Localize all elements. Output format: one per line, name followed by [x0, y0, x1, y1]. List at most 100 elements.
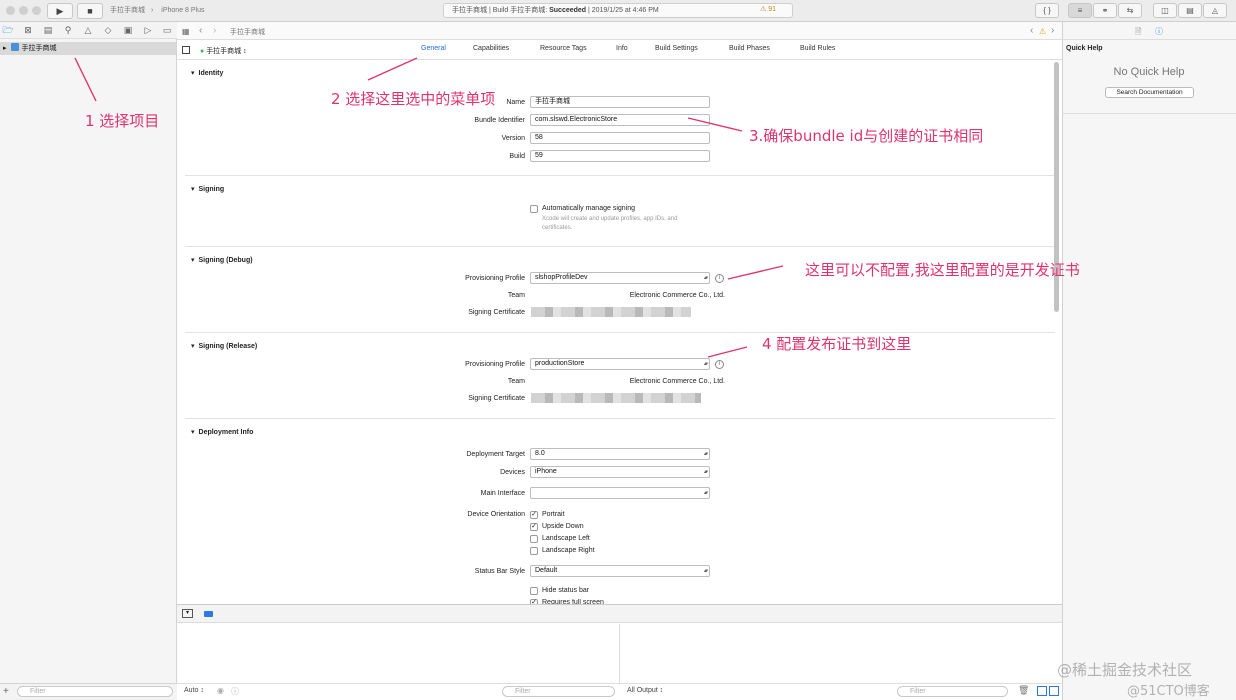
scheme-device[interactable]: iPhone 8 Plus — [161, 4, 204, 18]
run-button[interactable]: ▶ — [47, 3, 73, 19]
project-icon — [10, 43, 19, 51]
quick-help-icon[interactable]: ⓘ — [1155, 26, 1163, 37]
hide-debug-icon[interactable]: ▾ — [182, 609, 193, 618]
tab-general[interactable]: General — [421, 45, 446, 52]
search-documentation-button[interactable]: Search Documentation — [1105, 87, 1194, 98]
orientation-checkbox[interactable] — [530, 547, 538, 555]
sidebar-toggle-icon[interactable] — [182, 46, 190, 54]
variables-scope-select[interactable]: Auto ↕ — [184, 687, 204, 694]
right-panel-icon: ◬ — [1211, 6, 1219, 15]
signing-debug-header[interactable]: Signing (Debug) — [191, 256, 253, 264]
info-icon[interactable]: i — [715, 360, 724, 369]
deployment-target-select[interactable]: 8.0 — [530, 448, 710, 460]
split-right-icon[interactable] — [1049, 686, 1059, 696]
version-editor-button[interactable]: ⇆ — [1118, 3, 1142, 18]
tab-build-phases[interactable]: Build Phases — [729, 45, 770, 52]
release-cert-label: Signing Certificate — [468, 395, 525, 402]
folder-icon[interactable]: 🗁 — [2, 25, 14, 36]
tab-build-rules[interactable]: Build Rules — [800, 45, 835, 52]
eye-icon[interactable]: ◉ — [217, 686, 224, 695]
tab-info[interactable]: Info — [616, 45, 628, 52]
section-divider — [185, 418, 1055, 419]
jumpbar-file[interactable]: 手拉手商城 — [230, 27, 265, 37]
devices-select[interactable]: iPhone — [530, 466, 710, 478]
breakpoints-icon[interactable] — [204, 611, 213, 617]
target-selector[interactable]: ● 手拉手商城 ↕ — [200, 46, 247, 56]
debug-icon[interactable]: ▣ — [122, 25, 134, 36]
arrows-icon: ⇆ — [1126, 6, 1134, 15]
minimize-window-button[interactable] — [19, 6, 28, 15]
orientation-label: Device Orientation — [467, 511, 525, 518]
release-profile-select[interactable]: productionStore — [530, 358, 710, 370]
report-icon[interactable]: ▭ — [161, 25, 173, 36]
symbol-icon[interactable]: ▤ — [42, 25, 54, 36]
project-row[interactable]: ▸ 手拉手商城 — [0, 42, 176, 55]
split-left-icon[interactable] — [1037, 686, 1047, 696]
close-window-button[interactable] — [6, 6, 15, 15]
bottom-panel-icon: ▤ — [1186, 6, 1194, 15]
version-field[interactable]: 58 — [530, 132, 710, 144]
watermark-51cto: @51CTO博客 — [1127, 684, 1210, 699]
navigator-filter-input[interactable]: Filter — [17, 686, 173, 697]
orientation-label: Upside Down — [542, 523, 584, 530]
toggle-inspector-button[interactable]: ◬ — [1203, 3, 1227, 18]
project-name: 手拉手商城 — [21, 45, 57, 52]
grid-icon[interactable]: ▦ — [182, 27, 190, 36]
tab-resource-tags[interactable]: Resource Tags — [540, 45, 587, 52]
deployment-header[interactable]: Deployment Info — [191, 428, 254, 436]
prev-issue-icon[interactable]: ‹ — [1030, 25, 1033, 36]
release-team-label: Team — [507, 378, 525, 385]
standard-editor-button[interactable]: ≡ — [1068, 3, 1092, 18]
hide-status-bar-checkbox[interactable] — [530, 587, 538, 595]
info-icon[interactable]: ⓘ — [231, 686, 239, 697]
zoom-window-button[interactable] — [32, 6, 41, 15]
console-output-select[interactable]: All Output ↕ — [627, 687, 663, 694]
back-icon[interactable]: ‹ — [199, 25, 202, 36]
warning-count-badge[interactable]: ⚠ 91 — [760, 3, 776, 16]
braces-icon: { } — [1043, 6, 1051, 15]
issue-icon[interactable]: △ — [82, 25, 94, 36]
info-icon[interactable]: i — [715, 274, 724, 283]
library-button[interactable]: { } — [1035, 3, 1059, 18]
assistant-editor-button[interactable]: ⚭ — [1093, 3, 1117, 18]
identity-header[interactable]: Identity — [191, 69, 224, 77]
status-text: 手拉手商城 | Build 手拉手商城: — [452, 7, 550, 14]
find-icon[interactable]: ⚲ — [62, 25, 74, 36]
scheme-selector[interactable]: 手拉手商城 › iPhone 8 Plus — [110, 4, 211, 18]
main-interface-select[interactable] — [530, 487, 710, 499]
stop-button[interactable]: ■ — [77, 3, 103, 19]
bundle-id-field[interactable]: com.slswd.ElectronicStore — [530, 114, 710, 126]
debug-split — [619, 624, 620, 684]
toggle-navigator-button[interactable]: ◫ — [1153, 3, 1177, 18]
annotation-3: 3.确保bundle id与创建的证书相同 — [749, 127, 984, 145]
signing-header[interactable]: Signing — [191, 185, 225, 193]
variables-filter-input[interactable]: Filter — [502, 686, 615, 697]
display-name-field[interactable]: 手拉手商城 — [530, 96, 710, 108]
disclosure-triangle-icon[interactable]: ▸ — [3, 45, 7, 52]
trash-icon[interactable]: 🗑 — [1018, 685, 1029, 696]
tab-build-settings[interactable]: Build Settings — [655, 45, 698, 52]
debug-cert-label: Signing Certificate — [468, 309, 525, 316]
breakpoint-icon[interactable]: ▷ — [142, 25, 154, 36]
forward-icon[interactable]: › — [213, 25, 216, 36]
console-filter-input[interactable]: Filter — [897, 686, 1008, 697]
inspector-divider — [1062, 113, 1236, 114]
orientation-checkbox[interactable] — [530, 523, 538, 531]
status-bar-style-select[interactable]: Default — [530, 565, 710, 577]
auto-signing-checkbox[interactable] — [530, 205, 538, 213]
orientation-checkbox[interactable] — [530, 535, 538, 543]
tab-capabilities[interactable]: Capabilities — [473, 45, 509, 52]
build-field[interactable]: 59 — [530, 150, 710, 162]
next-issue-icon[interactable]: › — [1051, 25, 1054, 36]
release-team-value: Electronic Commerce Co., Ltd. — [629, 378, 725, 385]
test-icon[interactable]: ◇ — [102, 25, 114, 36]
warning-icon[interactable]: ⚠ — [1039, 27, 1046, 36]
toggle-debug-button[interactable]: ▤ — [1178, 3, 1202, 18]
signing-release-header[interactable]: Signing (Release) — [191, 342, 258, 350]
debug-profile-select[interactable]: slshopProfileDev — [530, 272, 710, 284]
scheme-app[interactable]: 手拉手商城 — [110, 4, 145, 18]
orientation-checkbox[interactable] — [530, 511, 538, 519]
add-icon[interactable]: + — [3, 686, 9, 697]
file-inspector-icon[interactable]: 🗎 — [1135, 26, 1141, 40]
source-control-icon[interactable]: ⊠ — [22, 25, 34, 36]
